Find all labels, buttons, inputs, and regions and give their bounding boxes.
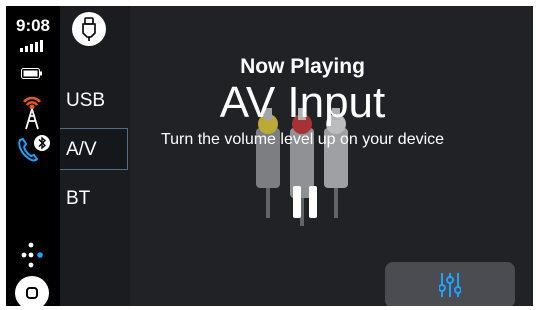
source-av[interactable]: A/V: [60, 128, 128, 170]
home-button-icon[interactable]: [15, 276, 49, 306]
source-bt[interactable]: BT: [60, 178, 128, 220]
aux-jack-icon: [72, 12, 106, 46]
battery-icon: [21, 68, 42, 79]
status-rail: 9:08: [6, 6, 60, 306]
instruction-text: Turn the volume level up on your device: [160, 131, 445, 148]
phone-bluetooth-icon: [18, 135, 50, 162]
now-playing-header: Now Playing: [240, 55, 365, 78]
now-playing-panel: Now Playing AV Input Turn the volume lev…: [72, 6, 533, 306]
equalizer-button[interactable]: [385, 262, 515, 306]
source-sidebar: USB A/V BT: [60, 6, 130, 306]
carplay-screen: 9:08 USB A/V BT Now Playing AV Input Tur…: [6, 6, 533, 306]
radio-tower-icon: [23, 96, 41, 130]
source-title: AV Input: [219, 78, 386, 127]
source-usb[interactable]: USB: [60, 80, 128, 122]
equalizer-icon: [439, 273, 461, 297]
launcher-dots-icon[interactable]: [16, 240, 46, 270]
signal-bars-icon: [20, 40, 43, 52]
pause-icon[interactable]: [293, 186, 319, 218]
clock: 9:08: [15, 16, 51, 35]
